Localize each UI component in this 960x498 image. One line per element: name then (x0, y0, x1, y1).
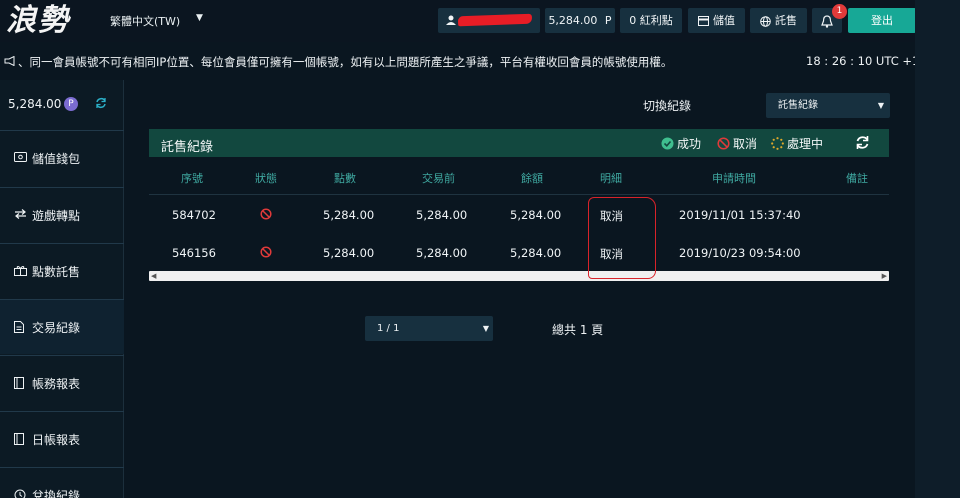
cell-points: 5,284.00 (323, 208, 375, 222)
caret-down-icon: ▼ (482, 324, 489, 333)
refresh-icon[interactable] (855, 135, 870, 150)
total-pages-label: 總共 1 頁 (552, 323, 604, 337)
deposit-label: 儲值 (713, 14, 735, 27)
table-row: 546156 5,284.00 5,284.00 5,284.00 取消 201… (149, 233, 889, 271)
sidebar-item-wallet[interactable]: 儲值錢包 (0, 130, 124, 185)
col-header-before: 交易前 (422, 172, 455, 185)
megaphone-icon (4, 56, 15, 66)
col-header-remark: 備註 (846, 172, 868, 185)
record-type-select[interactable]: 託售紀錄 ▼ (766, 93, 890, 118)
globe-icon (760, 15, 771, 27)
col-header-time: 申請時間 (712, 172, 756, 185)
redaction-mark (457, 13, 533, 27)
cell-balance: 5,284.00 (510, 208, 562, 222)
points-value: 5,284.00 (548, 14, 598, 27)
sidebar-item-label: 點數託售 (32, 265, 81, 279)
transfer-arrows-icon (15, 209, 26, 219)
sidebar-item-consign[interactable]: 點數託售 (0, 243, 124, 298)
report-icon (14, 377, 24, 389)
notification-badge: 1 (832, 4, 847, 19)
history-icon (14, 489, 26, 498)
scroll-right-icon[interactable]: ▶ (882, 272, 887, 280)
sidebar-item-label: 遊戲轉點 (32, 209, 81, 223)
spinner-icon (771, 137, 784, 150)
sidebar-item-label: 儲值錢包 (32, 152, 81, 166)
cell-before: 5,284.00 (416, 246, 468, 260)
sidebar-item-account-report[interactable]: 帳務報表 (0, 355, 124, 410)
col-header-status: 狀態 (255, 172, 277, 185)
col-header-points: 點數 (334, 172, 356, 185)
cell-before: 5,284.00 (416, 208, 468, 222)
report-icon (14, 433, 24, 445)
sidebar-item-transactions[interactable]: 交易紀錄 (0, 299, 124, 354)
legend-cancel-label: 取消 (733, 137, 758, 151)
bell-icon (821, 14, 833, 28)
sidebar: 5,284.00 P 儲值錢包 遊戲轉點 點數託售 交易紀錄 帳務報表 日帳報表 (0, 80, 124, 498)
col-header-balance: 餘額 (521, 172, 543, 185)
deposit-button[interactable]: 儲值 (688, 8, 745, 33)
sidebar-item-game-transfer[interactable]: 遊戲轉點 (0, 187, 124, 242)
announcement-text: 、同一會員帳號不可有相同IP位置、每位會員僅可擁有一個帳號，如有以上問題所產生之… (18, 55, 673, 69)
cancel-status-icon (260, 246, 272, 258)
caret-down-icon[interactable]: ▼ (196, 13, 203, 23)
sidebar-balance: 5,284.00 (8, 97, 62, 111)
language-selector[interactable]: 繁體中文(TW) (110, 13, 180, 29)
points-badge-icon: P (64, 97, 78, 111)
sidebar-item-redeem[interactable]: 兌換紀錄 (0, 467, 124, 498)
page-select-value: 1 / 1 (377, 323, 400, 334)
right-edge-strip (915, 0, 960, 498)
page-select[interactable]: 1 / 1 ▼ (365, 316, 493, 341)
sidebar-item-label: 兌換紀錄 (32, 489, 81, 498)
logout-button[interactable]: 登出 (848, 8, 916, 33)
records-panel-header: 託售紀錄 成功 取消 處理中 (149, 129, 889, 157)
switch-record-label: 切換紀錄 (643, 99, 692, 113)
clock-display: 18 : 26 : 10 UTC +1 (806, 54, 920, 68)
document-icon (14, 321, 24, 333)
cell-id: 584702 (172, 208, 216, 222)
legend-success-label: 成功 (677, 137, 702, 151)
horizontal-scrollbar[interactable]: ◀ ▶ (149, 271, 889, 281)
cancel-circle-icon (717, 137, 730, 150)
user-icon (446, 15, 456, 25)
sidebar-item-label: 交易紀錄 (32, 321, 81, 335)
points-unit: P (604, 14, 612, 27)
sidebar-item-daily-report[interactable]: 日帳報表 (0, 411, 124, 466)
table-header: 序號 狀態 點數 交易前 餘額 明細 申請時間 備註 (149, 157, 889, 195)
cell-balance: 5,284.00 (510, 246, 562, 260)
points-display[interactable]: 5,284.00 P (545, 8, 615, 33)
page: 浪勢 繁體中文(TW) ▼ 5,284.00 P 0 紅利點 儲值 託售 1 登… (0, 0, 960, 498)
col-header-id: 序號 (181, 172, 203, 185)
bonus-points-button[interactable]: 0 紅利點 (620, 8, 682, 33)
user-account-button[interactable] (438, 8, 540, 33)
consign-label: 託售 (775, 14, 797, 27)
table-row: 584702 5,284.00 5,284.00 5,284.00 取消 201… (149, 195, 889, 233)
top-header: 浪勢 繁體中文(TW) ▼ 5,284.00 P 0 紅利點 儲值 託售 1 登… (0, 0, 960, 42)
cell-points: 5,284.00 (323, 246, 375, 260)
wallet-icon (698, 16, 709, 26)
cell-id: 546156 (172, 246, 216, 260)
cancel-status-icon (260, 208, 272, 220)
scroll-left-icon[interactable]: ◀ (151, 272, 156, 280)
gift-icon (14, 266, 27, 276)
legend-cancel: 取消 (717, 135, 757, 152)
sidebar-item-label: 帳務報表 (32, 377, 81, 391)
wallet-icon (14, 152, 27, 162)
announcement-bar: 、同一會員帳號不可有相同IP位置、每位會員僅可擁有一個帳號，如有以上問題所產生之… (0, 42, 919, 80)
sidebar-item-label: 日帳報表 (32, 433, 81, 447)
caret-down-icon: ▼ (877, 101, 884, 110)
cell-time: 2019/10/23 09:54:00 (679, 246, 801, 260)
legend-processing-label: 處理中 (787, 137, 824, 151)
consign-button[interactable]: 託售 (750, 8, 807, 33)
legend-processing: 處理中 (771, 135, 823, 152)
legend-success: 成功 (661, 135, 701, 152)
check-circle-icon (661, 137, 674, 150)
record-type-value: 託售紀錄 (778, 100, 818, 111)
col-header-detail: 明細 (600, 172, 622, 185)
panel-title: 託售紀錄 (161, 140, 214, 155)
annotation-circle (588, 197, 656, 279)
site-logo[interactable]: 浪勢 (6, 2, 70, 40)
refresh-balance-icon[interactable] (95, 97, 107, 109)
cell-time: 2019/11/01 15:37:40 (679, 208, 801, 222)
